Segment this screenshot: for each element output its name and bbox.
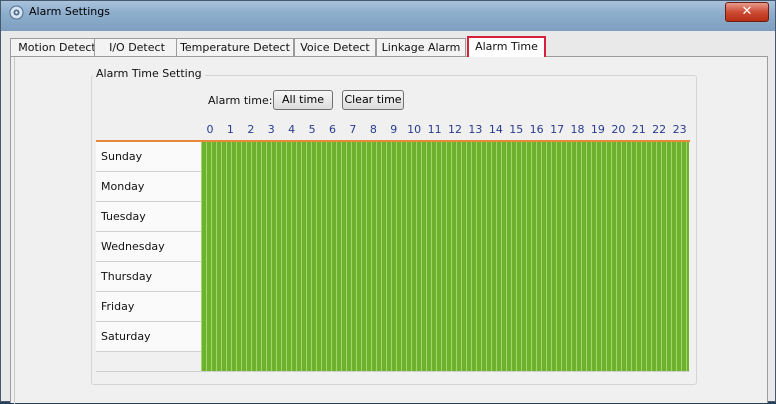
day-list: Sunday Monday Tuesday Wednesday Thursday…	[96, 142, 201, 352]
hour-label: 0	[206, 123, 214, 136]
hour-label: 2	[247, 123, 255, 136]
group-title: Alarm Time Setting	[93, 67, 205, 80]
day-label-thursday: Thursday	[96, 262, 201, 292]
hour-label: 14	[488, 123, 503, 136]
title-bar[interactable]: Alarm Settings ✕	[1, 1, 775, 31]
hour-label: 21	[631, 123, 646, 136]
hour-label: 1	[226, 123, 234, 136]
hour-label: 23	[672, 123, 687, 136]
hour-label: 19	[590, 123, 605, 136]
tab-content-alarm-time: Alarm Time Setting Alarm time: All time …	[10, 56, 768, 404]
tab-linkage-alarm[interactable]: Linkage Alarm	[376, 38, 466, 56]
hour-label: 6	[329, 123, 336, 136]
alarm-time-label: Alarm time:	[208, 94, 273, 107]
tab-voice-detect[interactable]: Voice Detect	[294, 38, 376, 56]
day-label-saturday: Saturday	[96, 322, 201, 352]
close-button[interactable]: ✕	[725, 2, 769, 22]
hour-label: 4	[288, 123, 296, 136]
hour-label: 15	[509, 123, 524, 136]
hour-label: 12	[448, 123, 462, 136]
hour-label: 5	[308, 123, 316, 136]
hour-label: 3	[267, 123, 275, 136]
hour-label: 8	[369, 123, 377, 136]
clear-time-button[interactable]: Clear time	[342, 90, 404, 110]
hour-label: 17	[550, 123, 565, 136]
close-icon: ✕	[741, 4, 753, 19]
tab-temperature-detect[interactable]: Temperature Detect	[176, 38, 294, 56]
divider	[14, 57, 15, 404]
camera-app-icon	[9, 5, 24, 20]
hour-label: 7	[349, 123, 357, 136]
grid-bottom-rule	[96, 371, 690, 372]
tab-motion-detect[interactable]: Motion Detect	[10, 38, 104, 56]
hour-label: 16	[529, 123, 544, 136]
day-label-tuesday: Tuesday	[96, 202, 201, 232]
day-label-friday: Friday	[96, 292, 201, 322]
hour-label: 20	[611, 123, 626, 136]
hour-label: 9	[390, 123, 398, 136]
hour-label: 22	[652, 123, 667, 136]
hour-label: 10	[407, 123, 422, 136]
tab-io-detect[interactable]: I/O Detect	[94, 38, 180, 56]
schedule-grid[interactable]	[201, 142, 689, 371]
day-label-wednesday: Wednesday	[96, 232, 201, 262]
hour-header: 0 1 2 3 4 5 6 7 8 9 10 11 12 13 14 15 16 17 18 19 20 21 22 23	[199, 123, 689, 137]
day-label-monday: Monday	[96, 172, 201, 202]
hour-label: 13	[468, 123, 483, 136]
hour-label: 18	[570, 123, 585, 136]
window-title: Alarm Settings	[29, 5, 110, 18]
alarm-settings-window: Alarm Settings ✕ Motion Detect I/O Detec…	[0, 0, 776, 404]
tab-alarm-time[interactable]: Alarm Time	[467, 36, 546, 57]
day-label-sunday: Sunday	[96, 142, 201, 172]
hour-label: 11	[427, 123, 442, 136]
all-time-button[interactable]: All time	[273, 90, 333, 110]
